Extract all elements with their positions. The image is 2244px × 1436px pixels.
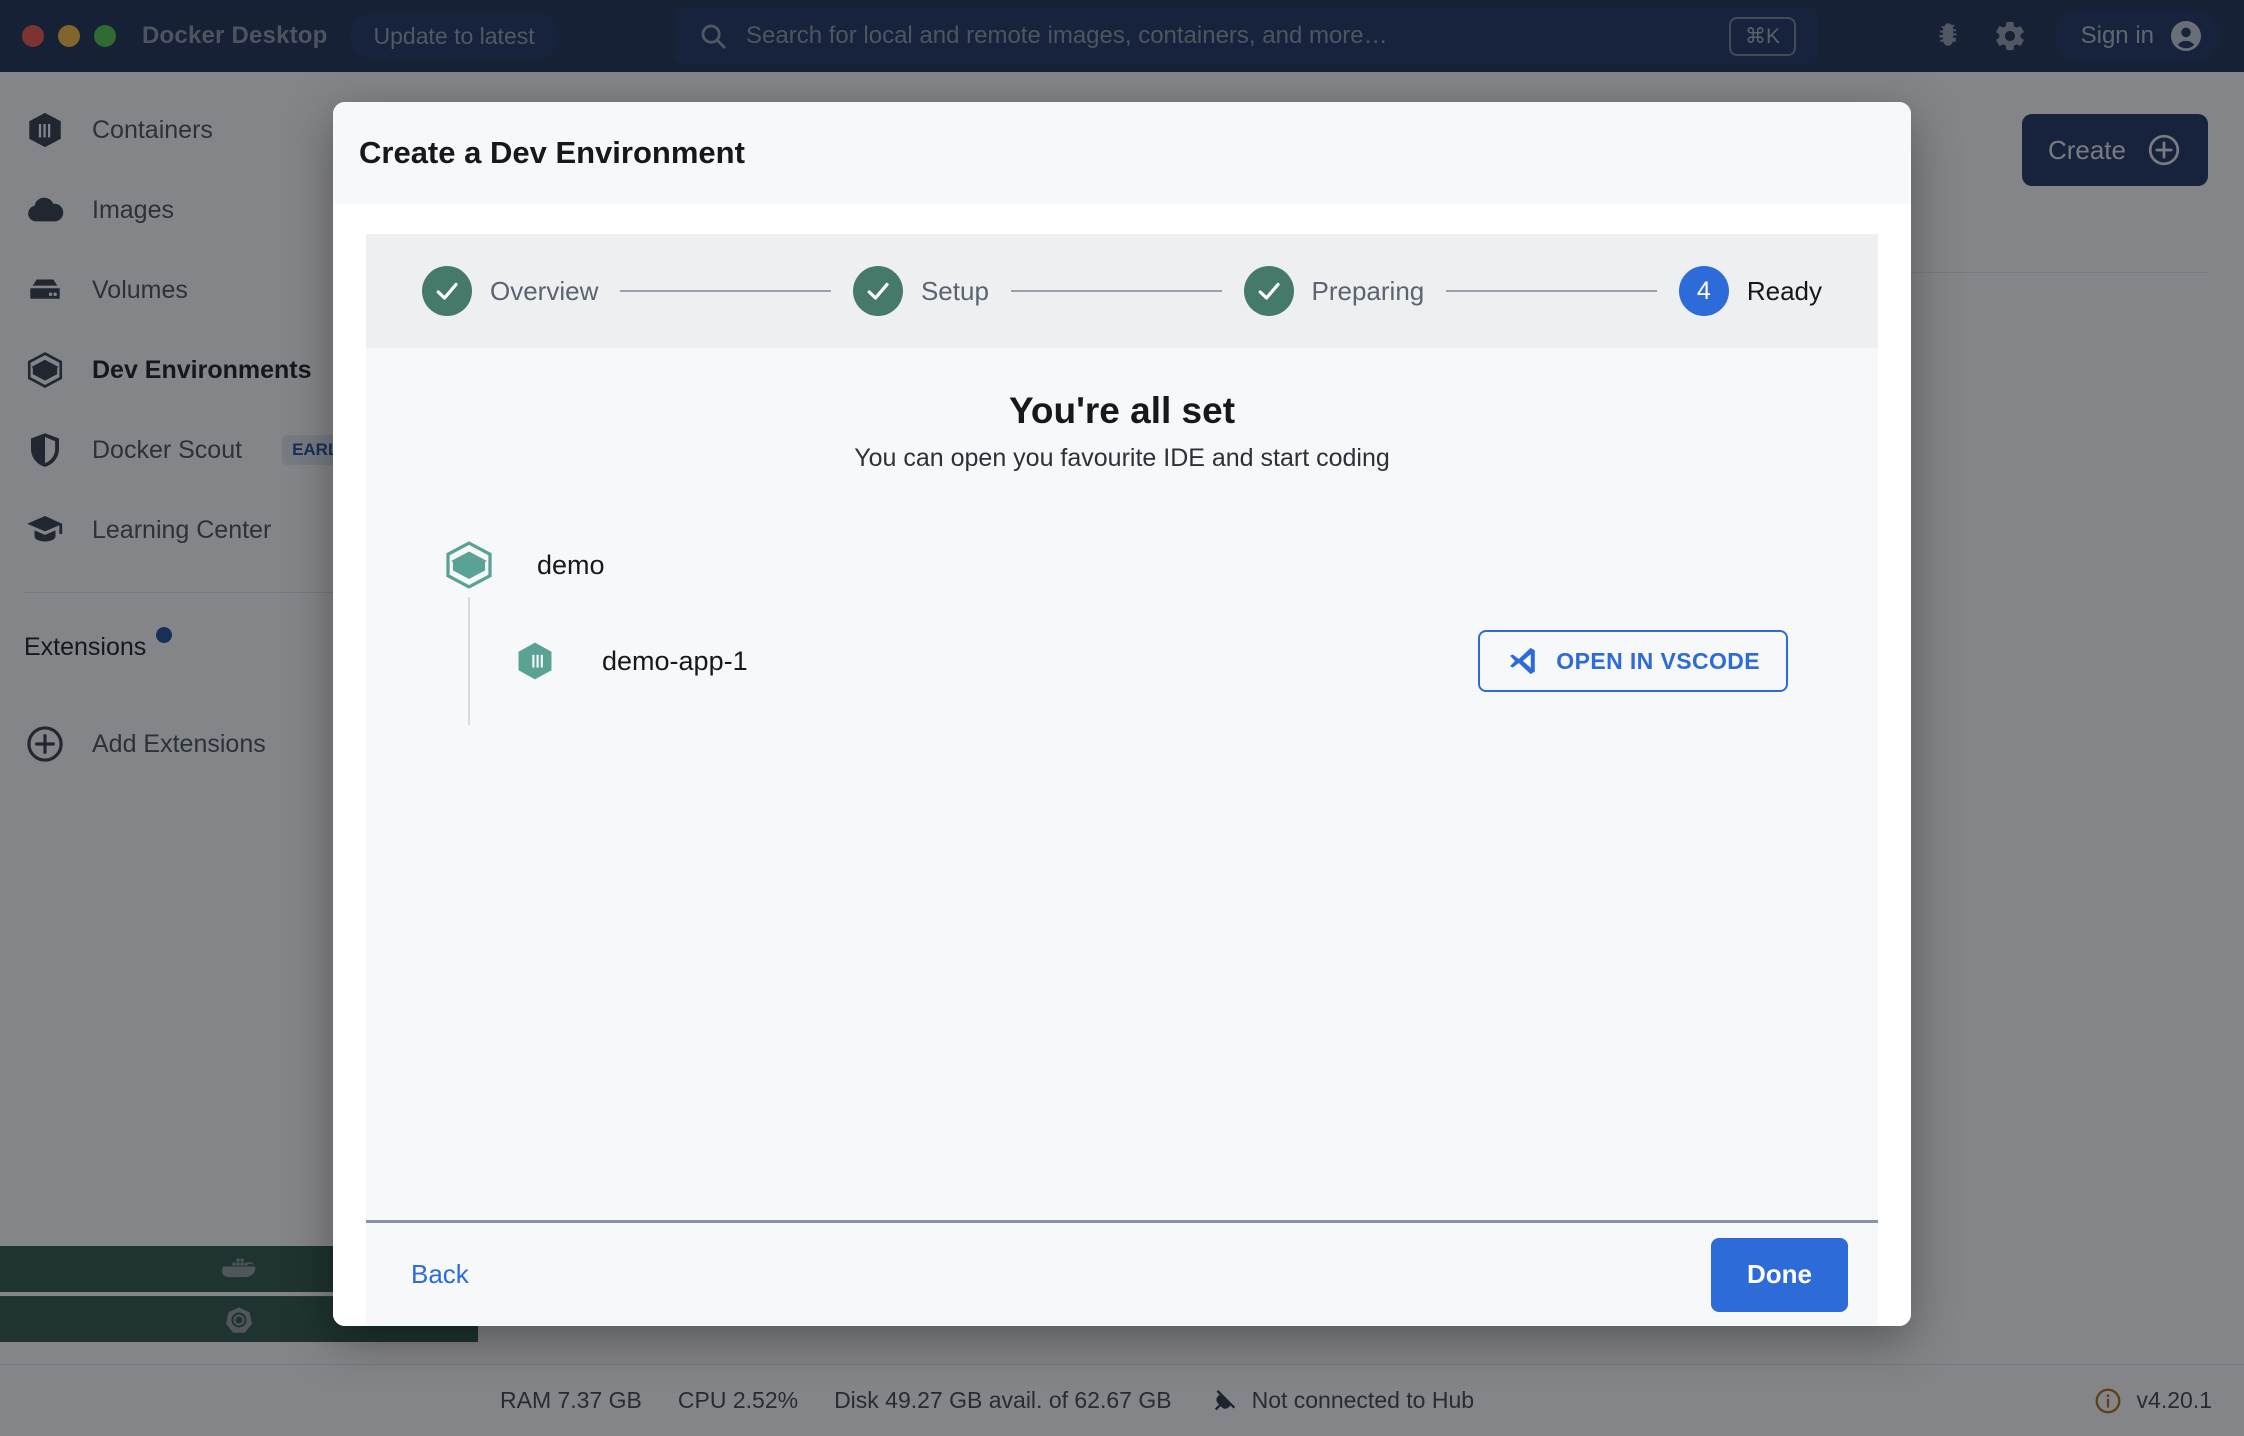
vscode-icon: [1510, 647, 1536, 675]
check-icon: [852, 266, 903, 316]
environment-tree: demo demo-app-1 OPEN IN VSCODE: [366, 533, 1878, 725]
open-in-vscode-label: OPEN IN VSCODE: [1556, 647, 1760, 674]
step-connector: [620, 290, 831, 292]
step-ready[interactable]: 4 Ready: [1678, 266, 1822, 316]
dialog-title: Create a Dev Environment: [359, 135, 745, 170]
dev-environment-cube-icon: [441, 537, 497, 593]
step-label: Preparing: [1311, 275, 1425, 306]
step-number: 4: [1678, 266, 1729, 316]
step-label: Setup: [920, 275, 989, 306]
done-button[interactable]: Done: [1711, 1237, 1848, 1312]
environment-row[interactable]: demo: [441, 533, 1878, 597]
check-icon: [422, 266, 472, 316]
step-overview[interactable]: Overview: [422, 266, 598, 316]
dialog-body: Overview Setup Preparing 4 Ready You're …: [333, 204, 1911, 1326]
page-subtitle: You can open you favourite IDE and start…: [854, 444, 1390, 472]
wizard-stepper: Overview Setup Preparing 4 Ready: [366, 234, 1878, 348]
step-label: Overview: [490, 275, 599, 306]
container-name: demo-app-1: [602, 645, 748, 676]
back-button[interactable]: Back: [411, 1259, 469, 1290]
create-dev-environment-dialog: Create a Dev Environment Overview Setup: [333, 102, 1911, 1326]
page-title: You're all set: [1008, 390, 1236, 431]
dialog-header: Create a Dev Environment: [333, 102, 1911, 204]
container-icon: [512, 638, 558, 684]
step-connector: [1446, 290, 1657, 292]
check-icon: [1243, 266, 1294, 316]
environment-children: demo-app-1 OPEN IN VSCODE: [441, 597, 1878, 725]
step-setup[interactable]: Setup: [852, 266, 989, 316]
dialog-footer: Back Done: [366, 1223, 1878, 1326]
container-row[interactable]: demo-app-1 OPEN IN VSCODE: [470, 597, 1878, 725]
step-preparing[interactable]: Preparing: [1243, 266, 1425, 316]
step-label: Ready: [1746, 275, 1822, 306]
docker-desktop-window: Docker Desktop Update to latest Search f…: [0, 0, 2244, 1436]
ready-panel: You're all set You can open you favourit…: [366, 348, 1878, 1326]
open-in-vscode-button[interactable]: OPEN IN VSCODE: [1478, 630, 1788, 692]
step-connector: [1010, 290, 1222, 292]
environment-name: demo: [537, 549, 605, 580]
